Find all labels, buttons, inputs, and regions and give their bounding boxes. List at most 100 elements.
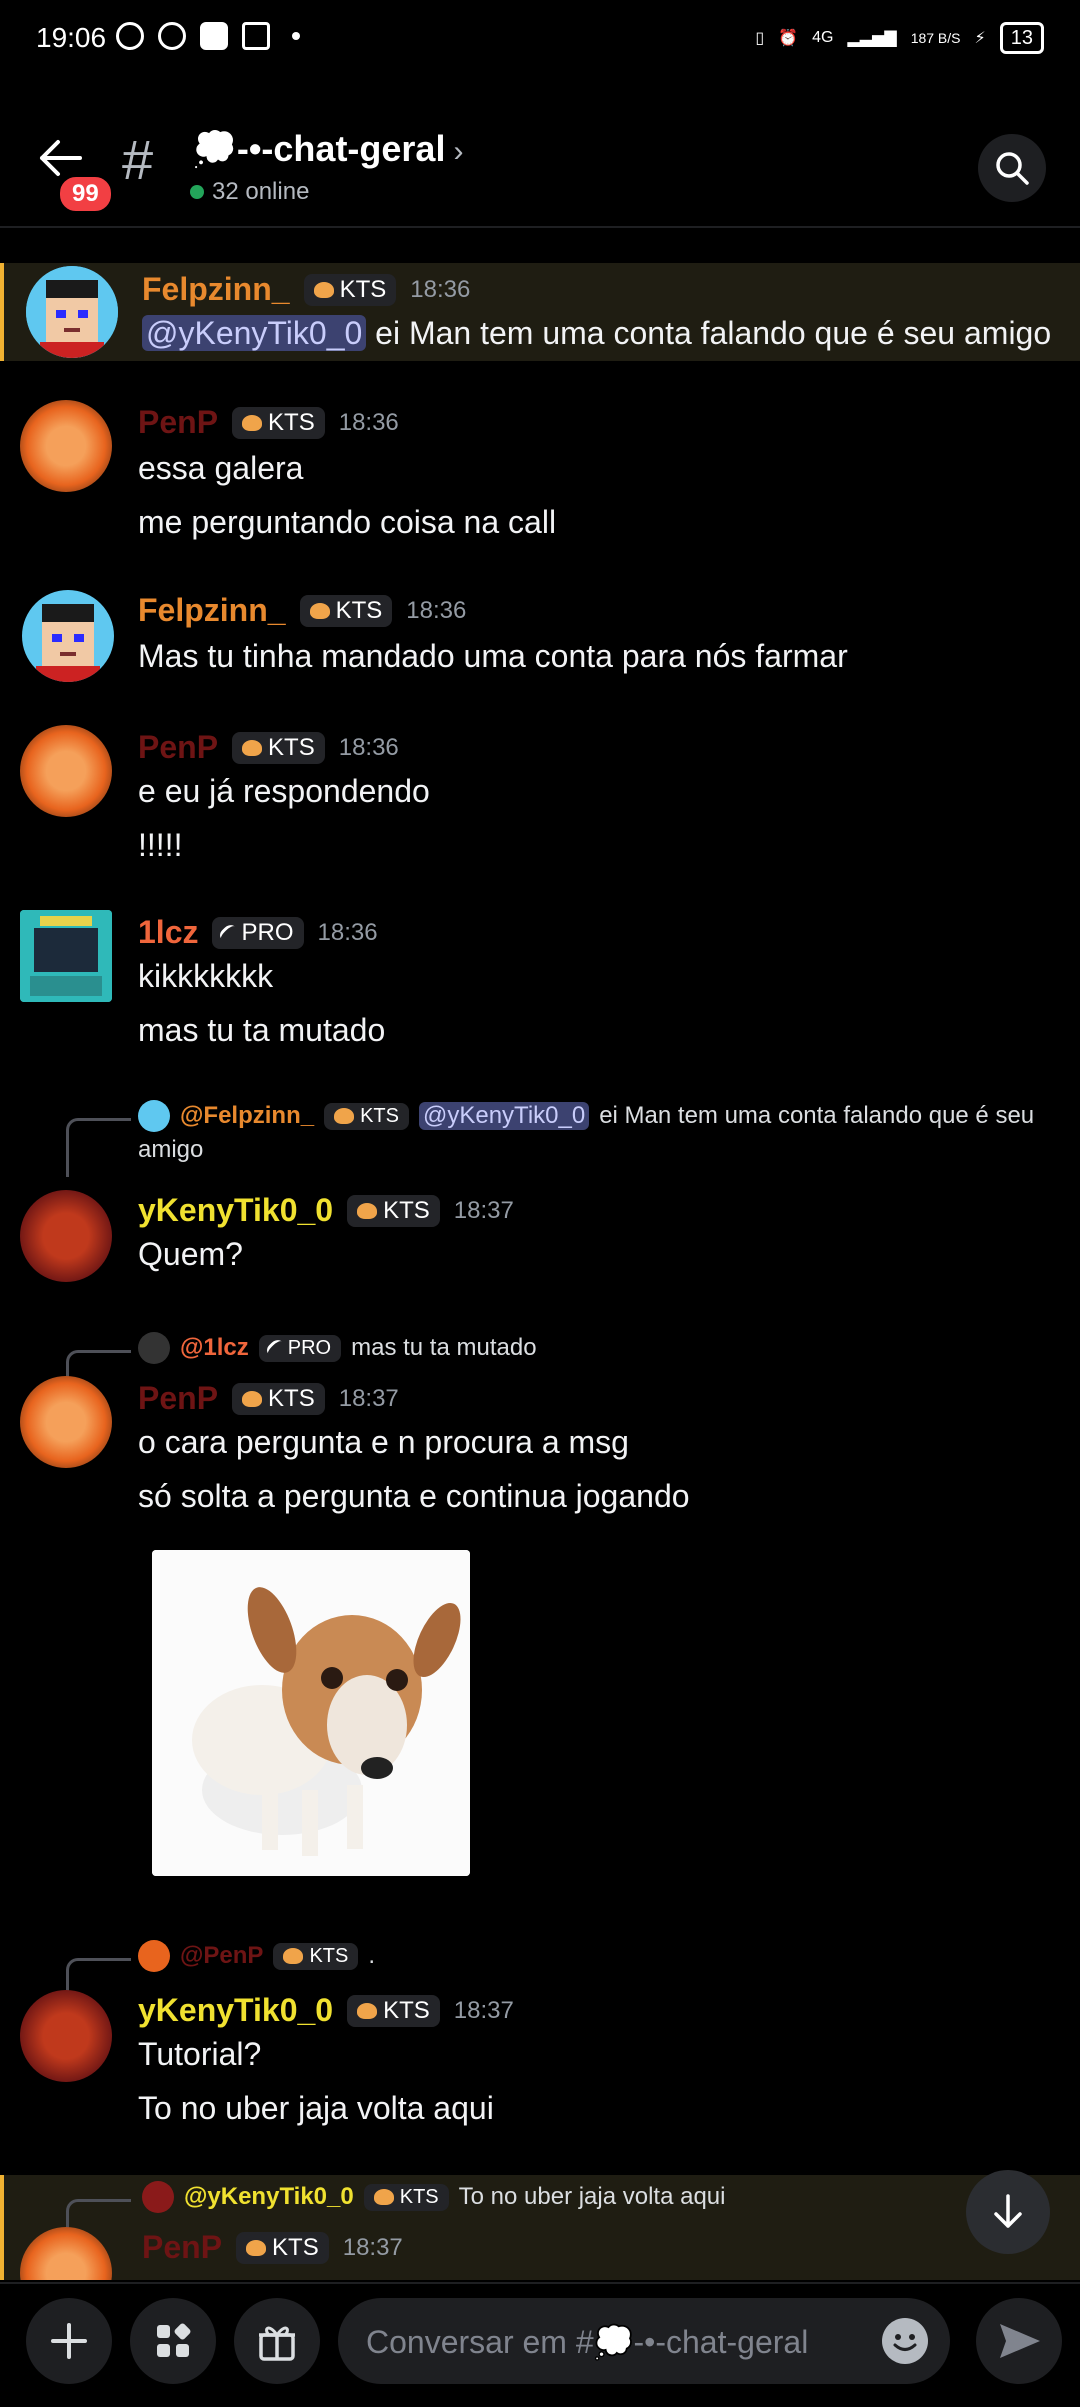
avatar[interactable] [20, 725, 112, 817]
online-count: 32 online [190, 178, 309, 206]
user-mention[interactable]: @yKenyTik0_0 [142, 315, 367, 351]
avatar[interactable] [20, 400, 112, 492]
clan-tag: KTS [232, 731, 325, 764]
clan-tag: KTS [236, 2231, 329, 2264]
avatar[interactable] [20, 1190, 112, 1282]
minecraft-avatar-icon [22, 590, 114, 682]
reply-username: @PenP [180, 1942, 264, 1969]
reply-preview[interactable]: @yKenyTik0_0 KTS To no uber jaja volta a… [142, 2181, 1042, 2213]
username[interactable]: PenP [138, 1380, 218, 1417]
username[interactable]: PenP [142, 2229, 222, 2266]
reply-text: mas tu ta mutado [351, 1334, 537, 1361]
reply-avatar [138, 1100, 170, 1132]
unread-badge: 99 [56, 173, 115, 215]
clan-tag: PRO [258, 1334, 342, 1362]
message-item[interactable]: PenP KTS 18:36 essa galera me perguntand… [0, 390, 1080, 540]
username[interactable]: Felpzinn_ [142, 271, 290, 308]
avatar[interactable] [26, 266, 118, 358]
dog-image [152, 1550, 470, 1876]
clan-tag: KTS [273, 1942, 359, 1970]
sword-icon [264, 1337, 287, 1359]
message-header: Felpzinn_ KTS 18:36 [138, 592, 466, 629]
message-composer [0, 2282, 1080, 2407]
clan-tag: KTS [347, 1994, 440, 2027]
reply-username: @1lcz [180, 1334, 249, 1361]
clan-tag: PRO [212, 916, 304, 949]
apps-button[interactable] [130, 2298, 216, 2384]
add-attachment-button[interactable] [26, 2298, 112, 2384]
clan-tag-icon [357, 2002, 378, 2019]
reply-username: @Felpzinn_ [180, 1102, 315, 1129]
username[interactable]: PenP [138, 729, 218, 766]
reply-preview[interactable]: @PenP KTS . [138, 1940, 1038, 1972]
timestamp: 18:36 [406, 596, 467, 624]
username[interactable]: 1lcz [138, 914, 198, 951]
message-input-container[interactable] [338, 2298, 950, 2386]
message-item[interactable]: Felpzinn_ KTS 18:36 Mas tu tinha mandado… [0, 580, 1080, 682]
username[interactable]: yKenyTik0_0 [138, 1992, 333, 2029]
channel-name: 💭-•-chat-geral [192, 128, 446, 169]
clan-tag-icon [283, 1948, 304, 1964]
username[interactable]: PenP [138, 404, 218, 441]
reply-text: ei Man tem uma conta falando que é seu [599, 1102, 1035, 1129]
reply-avatar [138, 1940, 170, 1972]
clan-tag: KTS [232, 1382, 325, 1415]
timestamp: 18:37 [453, 1996, 514, 2024]
clan-tag: KTS [232, 406, 325, 439]
message-item[interactable]: 1lcz PRO 18:36 kikkkkkkk mas tu ta mutad… [0, 902, 1080, 1052]
channel-title[interactable]: 💭-•-chat-geral › [192, 128, 463, 170]
reply-text: . [368, 1942, 376, 1969]
reply-preview[interactable]: @1lcz PRO mas tu ta mutado [138, 1332, 1038, 1364]
user-mention: @yKenyTik0_0 [418, 1102, 590, 1130]
timestamp: 18:36 [317, 918, 378, 946]
apps-icon [157, 2323, 191, 2357]
clan-tag-icon [313, 281, 334, 298]
message-header: 1lcz PRO 18:36 [138, 914, 378, 951]
status-time: 19:06 [36, 22, 107, 53]
youtube-icon [200, 22, 228, 50]
clan-tag-icon [246, 2239, 267, 2256]
message-header: PenP KTS 18:36 [138, 729, 399, 766]
gift-button[interactable] [234, 2298, 320, 2384]
message-item[interactable]: PenP KTS 18:36 e eu já respondendo !!!!! [0, 715, 1080, 865]
message-header: PenP KTS 18:37 [142, 2229, 403, 2266]
clan-tag-icon [373, 2189, 394, 2205]
image-attachment[interactable] [152, 1550, 470, 1876]
message-list[interactable]: Felpzinn_ KTS 18:36 @yKenyTik0_0 ei Man … [0, 230, 1080, 2280]
channel-header: 99 # 💭-•-chat-geral › 32 online [0, 78, 1080, 228]
username[interactable]: Felpzinn_ [138, 592, 286, 629]
message-item[interactable]: @PenP KTS . yKenyTik0_0 KTS 18:37 Tutori… [0, 1930, 1080, 2130]
message-item[interactable]: @1lcz PRO mas tu ta mutado PenP KTS 18:3… [0, 1322, 1080, 1902]
message-text: kikkkkkkk [138, 958, 274, 994]
avatar[interactable] [22, 590, 114, 682]
clan-tag-icon [242, 414, 263, 431]
message-item[interactable]: @Felpzinn_ KTS @yKenyTik0_0 ei Man tem u… [0, 1090, 1080, 1290]
chevron-right-icon: › [453, 135, 464, 168]
timestamp: 18:37 [453, 1196, 514, 1224]
charging-icon: ⚡ [974, 30, 986, 47]
message-input[interactable] [364, 2298, 868, 2386]
avatar[interactable] [20, 1376, 112, 1468]
jump-to-bottom-button[interactable] [966, 2170, 1050, 2254]
avatar[interactable] [20, 910, 112, 1002]
clan-tag: KTS [299, 594, 393, 627]
back-button[interactable] [36, 138, 84, 178]
send-button[interactable] [976, 2298, 1062, 2384]
reply-text-continued: amigo [138, 1136, 204, 1163]
emoji-button[interactable] [882, 2318, 928, 2364]
arrow-left-icon [40, 140, 82, 176]
message-item[interactable]: @yKenyTik0_0 KTS To no uber jaja volta a… [0, 2175, 1080, 2280]
message-text: !!!!! [138, 827, 183, 863]
reply-preview[interactable]: @Felpzinn_ KTS @yKenyTik0_0 ei Man tem u… [138, 1100, 1038, 1132]
reply-connector [66, 1118, 131, 1177]
avatar[interactable] [20, 1990, 112, 2082]
search-button[interactable] [978, 134, 1046, 202]
message-text: me perguntando coisa na call [138, 504, 557, 540]
tiktok-icon [242, 22, 270, 50]
clan-tag: KTS [347, 1194, 440, 1227]
message-item[interactable]: Felpzinn_ KTS 18:36 @yKenyTik0_0 ei Man … [0, 263, 1080, 361]
system-icons: ▯ ⏰ 4G ▂▃▅▇ 187 B/S ⚡ 13 [755, 22, 1044, 54]
sword-icon [218, 921, 240, 944]
more-notifications-icon [292, 32, 300, 40]
username[interactable]: yKenyTik0_0 [138, 1192, 333, 1229]
